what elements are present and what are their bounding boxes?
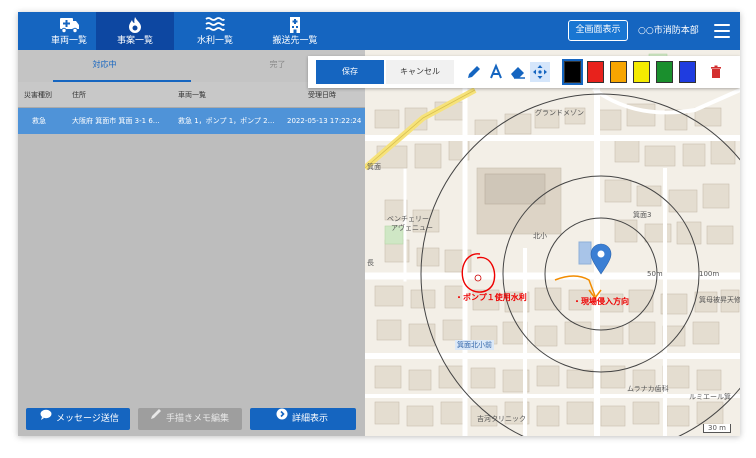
ring-label-50m: 50m — [647, 270, 663, 278]
trash-icon[interactable] — [706, 62, 726, 82]
column-header[interactable]: 住所 — [72, 82, 86, 108]
map-label: 箕面北小前 — [455, 340, 494, 350]
nav-tab-label: 搬送先一覧 — [272, 36, 318, 46]
map-label: 長 — [367, 259, 374, 267]
map-scale: 30 m — [703, 424, 731, 433]
incident-address: 大阪府 箕面市 箕面 3-1 6… — [72, 117, 160, 125]
incident-received: 2022-05-13 17:22:24 — [287, 117, 362, 125]
drawing-toolbar: 保存 キャンセル — [308, 56, 740, 88]
detail-button[interactable]: 詳細表示 — [250, 408, 356, 430]
detail-label: 詳細表示 — [292, 414, 329, 424]
hospital-icon — [256, 16, 334, 34]
flame-icon — [96, 16, 174, 34]
map-view[interactable]: グランドメゾン 箕面3 北小 ベンチェリー アヴェニュー 箕面 長 ・ポンプ１使… — [365, 50, 740, 436]
map-label: 北小 — [533, 232, 547, 240]
map-label: ルミエール箕 — [689, 393, 731, 401]
hamburger-menu-icon[interactable] — [714, 24, 730, 38]
nav-tab-water[interactable]: 水利一覧 — [176, 12, 254, 50]
save-button[interactable]: 保存 — [316, 60, 384, 84]
incident-actions: メッセージ送信 手描きメモ編集 詳細表示 — [18, 404, 365, 436]
chat-icon — [40, 407, 52, 429]
color-swatch[interactable] — [679, 61, 696, 83]
map-label: グランドメゾン — [535, 109, 584, 117]
cancel-button[interactable]: キャンセル — [386, 60, 454, 84]
ring-label-100m: 100m — [699, 270, 720, 278]
move-tool-icon[interactable] — [530, 62, 550, 82]
headquarters-name: ○○市消防本部 — [638, 26, 699, 36]
map-label: アヴェニュー — [391, 224, 433, 232]
incident-type: 救急 — [32, 117, 46, 125]
subtab-active[interactable]: 対応中 — [18, 50, 191, 82]
text-tool-icon[interactable] — [486, 62, 506, 82]
edit-memo-label: 手描きメモ編集 — [166, 414, 230, 424]
color-swatch[interactable] — [656, 61, 673, 83]
color-swatch[interactable] — [562, 59, 583, 85]
chevron-right-circle-icon — [276, 407, 288, 429]
send-message-button[interactable]: メッセージ送信 — [26, 408, 130, 430]
top-nav: 車両一覧 事案一覧 水利一覧 搬送先一覧 全画面表示 ○○市消防本部 — [18, 12, 740, 50]
column-header[interactable]: 災害種別 — [24, 82, 52, 108]
map-label: 吉河クリニック — [477, 415, 526, 423]
pencil-icon — [150, 407, 162, 429]
color-swatch[interactable] — [610, 61, 627, 83]
annotation-entry-direction: ・現場侵入方向 — [573, 297, 629, 306]
nav-tab-hospitals[interactable]: 搬送先一覧 — [256, 12, 334, 50]
nav-tab-label: 水利一覧 — [196, 36, 233, 46]
subtab-label: 完了 — [269, 60, 286, 69]
incident-vehicles: 救急 1，ポンプ 1，ポンプ 2… — [178, 117, 275, 125]
eraser-tool-icon[interactable] — [508, 62, 528, 82]
color-swatch[interactable] — [633, 61, 650, 83]
app-window: 車両一覧 事案一覧 水利一覧 搬送先一覧 全画面表示 ○○市消防本部 対応中 完… — [18, 12, 740, 436]
map-label: ムラナカ歯科 — [627, 385, 669, 393]
water-icon — [176, 16, 254, 34]
subtab-label: 対応中 — [92, 60, 117, 69]
color-swatch[interactable] — [587, 61, 604, 83]
send-message-label: メッセージ送信 — [56, 414, 119, 424]
nav-tab-label: 事案一覧 — [116, 36, 153, 46]
map-label: 箕面 — [367, 163, 381, 171]
incident-panel: 対応中 完了 災害種別 住所 車両一覧 受理日時 救急 大阪府 箕面市 箕面 3… — [18, 50, 365, 436]
pen-tool-icon[interactable] — [464, 62, 484, 82]
edit-memo-button[interactable]: 手描きメモ編集 — [138, 408, 242, 430]
map-label: 箕母被昇天修 — [699, 296, 740, 304]
table-row[interactable]: 救急 大阪府 箕面市 箕面 3-1 6… 救急 1，ポンプ 1，ポンプ 2… 2… — [18, 108, 365, 134]
nav-tab-incidents[interactable]: 事案一覧 — [96, 12, 174, 50]
annotation-pump-water: ・ポンプ１使用水利 — [455, 293, 527, 302]
column-header[interactable]: 車両一覧 — [178, 82, 206, 108]
map-label: 箕面3 — [633, 211, 652, 219]
fullscreen-button[interactable]: 全画面表示 — [568, 20, 628, 41]
